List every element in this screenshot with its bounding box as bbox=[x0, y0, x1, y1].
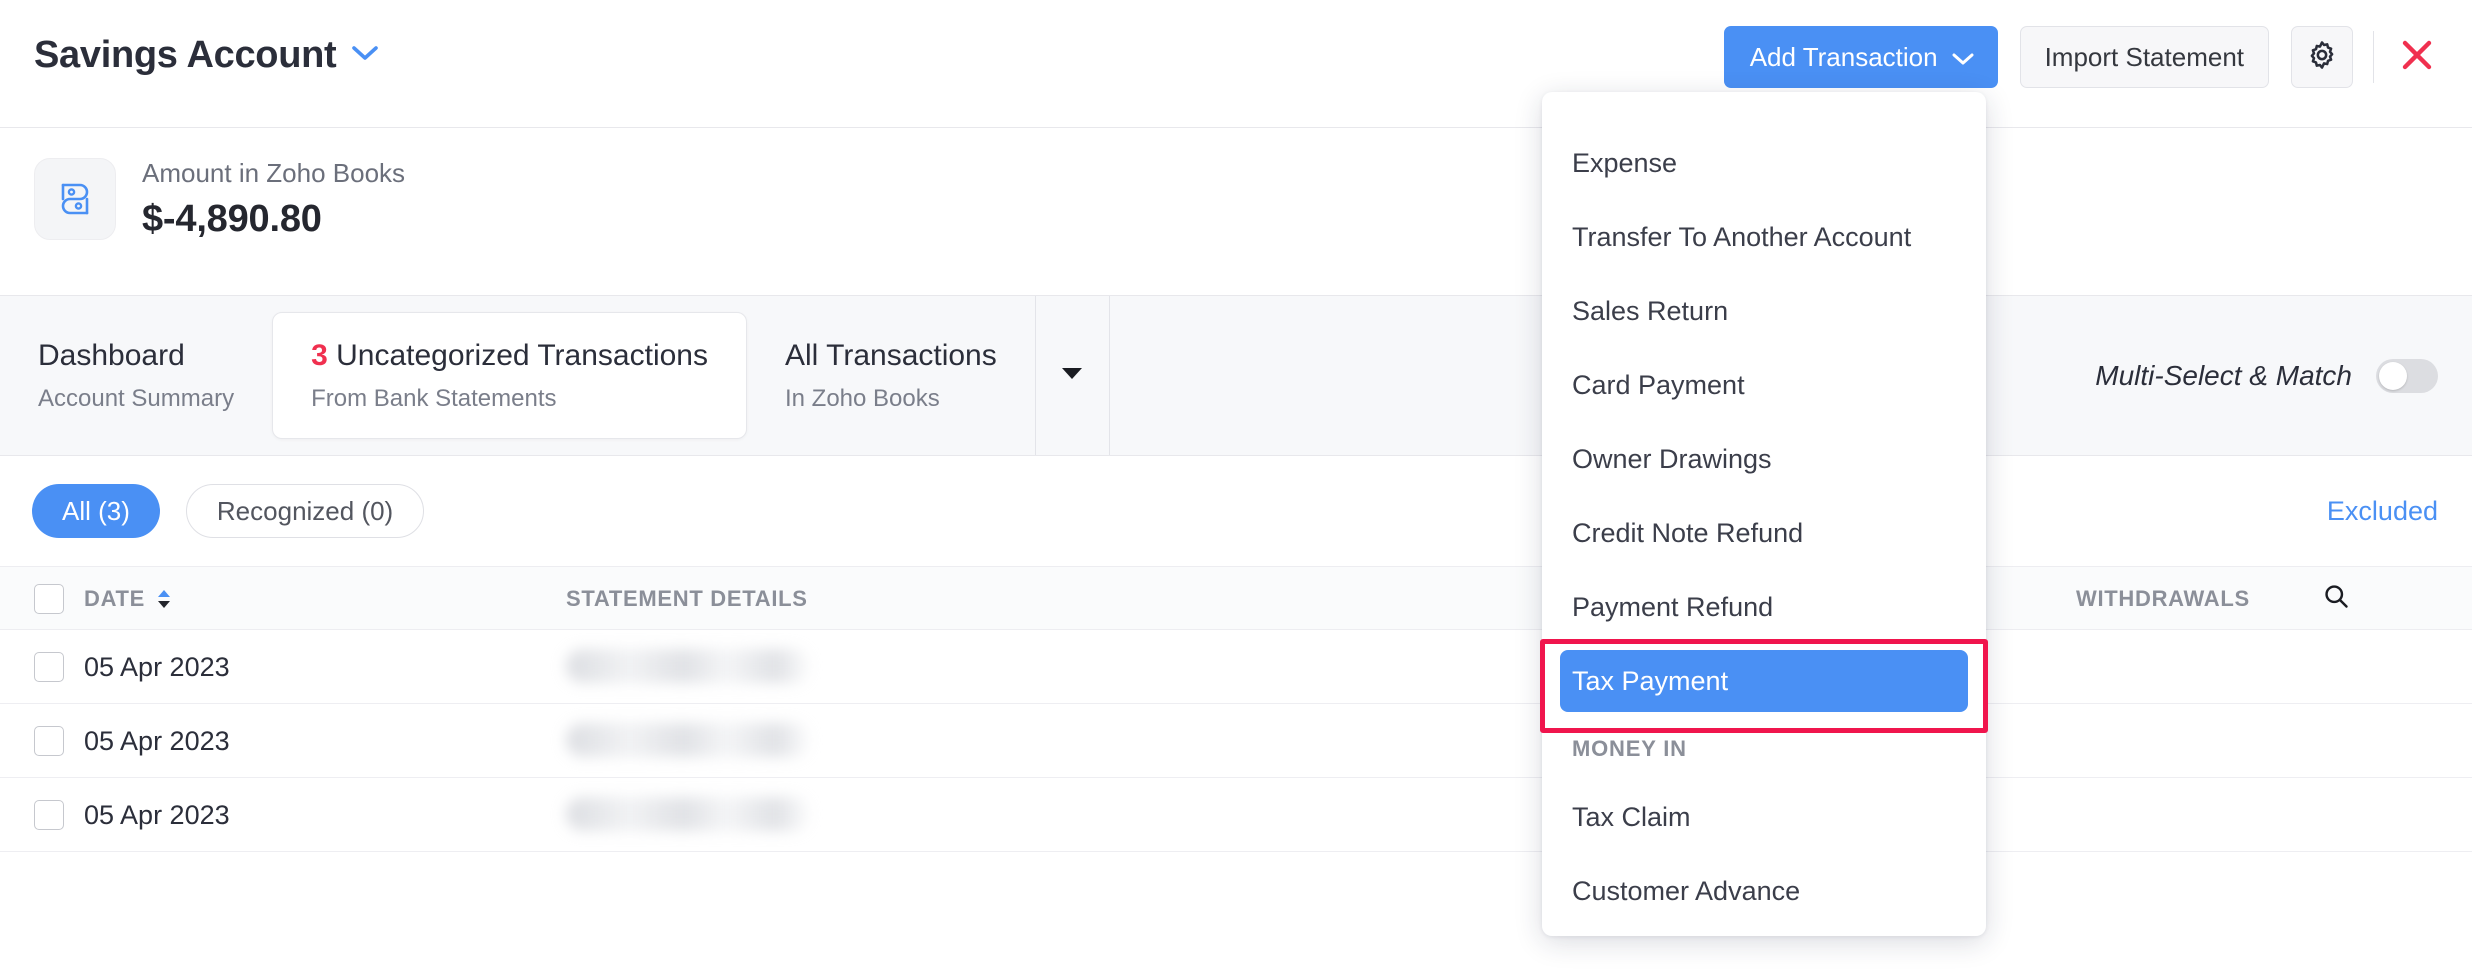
tab-dashboard-label: Dashboard bbox=[38, 339, 185, 373]
column-header-withdrawals: WITHDRAWALS bbox=[2076, 586, 2250, 611]
tab-strip: Dashboard Account Summary 3 Uncategorize… bbox=[0, 296, 2472, 456]
menu-item-card-payment[interactable]: Card Payment bbox=[1542, 348, 1986, 422]
amount-label: Amount in Zoho Books bbox=[142, 158, 406, 188]
row-date: 05 Apr 2023 bbox=[84, 799, 230, 830]
filter-row: All (3) Recognized (0) Excluded bbox=[0, 456, 2472, 566]
row-statement-details-redacted bbox=[566, 797, 810, 831]
gear-icon bbox=[2306, 39, 2338, 76]
uncategorized-count: 3 bbox=[311, 339, 328, 373]
row-date: 05 Apr 2023 bbox=[84, 651, 230, 682]
add-transaction-button[interactable]: Add Transaction bbox=[1723, 26, 1998, 88]
row-checkbox[interactable] bbox=[34, 800, 64, 830]
multi-select-match-toggle[interactable] bbox=[2376, 358, 2438, 393]
tab-all-transactions-caret[interactable] bbox=[1034, 296, 1109, 455]
row-statement-details-redacted bbox=[566, 649, 810, 683]
tab-dashboard-sublabel: Account Summary bbox=[38, 384, 235, 412]
import-statement-label: Import Statement bbox=[2044, 41, 2244, 72]
column-header-date[interactable]: DATE bbox=[84, 567, 171, 631]
close-x-icon bbox=[2397, 35, 2437, 80]
menu-item-customer-advance[interactable]: Customer Advance bbox=[1542, 854, 1986, 928]
row-checkbox[interactable] bbox=[34, 652, 64, 682]
tab-all-transactions-sublabel: In Zoho Books bbox=[784, 384, 940, 412]
excluded-link[interactable]: Excluded bbox=[2327, 496, 2438, 527]
row-date: 05 Apr 2023 bbox=[84, 725, 230, 756]
table-header: DATE STATEMENT DETAILS WITHDRAWALS bbox=[0, 566, 2472, 630]
sort-asc-desc-icon[interactable] bbox=[157, 589, 171, 609]
header-actions: Add Transaction Import Statement bbox=[1723, 26, 2446, 88]
tab-all-transactions[interactable]: All Transactions In Zoho Books bbox=[747, 296, 1035, 455]
tab-dashboard[interactable]: Dashboard Account Summary bbox=[0, 296, 272, 455]
menu-item-tax-payment[interactable]: Tax Payment bbox=[1560, 650, 1968, 712]
bank-reconciliation-page: Savings Account Add Transaction Import S… bbox=[0, 0, 2472, 980]
select-all-checkbox[interactable] bbox=[34, 584, 64, 614]
search-icon bbox=[2322, 582, 2350, 616]
tab-uncategorized-label: 3 Uncategorized Transactions bbox=[311, 337, 708, 375]
page-header: Savings Account Add Transaction Import S… bbox=[0, 0, 2472, 128]
import-statement-button[interactable]: Import Statement bbox=[2019, 26, 2269, 88]
row-statement-details-redacted bbox=[566, 723, 810, 757]
account-amount-bar: Amount in Zoho Books $-4,890.80 bbox=[0, 128, 2472, 296]
table-row[interactable]: 05 Apr 2023 bbox=[0, 704, 2472, 778]
tab-all-transactions-label: All Transactions bbox=[784, 339, 997, 373]
page-title: Savings Account bbox=[34, 34, 337, 76]
menu-item-expense[interactable]: Expense bbox=[1542, 126, 1986, 200]
tab-uncategorized-transactions[interactable]: 3 Uncategorized Transactions From Bank S… bbox=[272, 312, 747, 439]
amount-block: Amount in Zoho Books $-4,890.80 bbox=[142, 156, 405, 241]
filter-pill-all[interactable]: All (3) bbox=[32, 484, 160, 538]
menu-item-tax-claim[interactable]: Tax Claim bbox=[1542, 780, 1986, 854]
table-row[interactable]: 05 Apr 2023 bbox=[0, 630, 2472, 704]
tab-all-transactions-group: All Transactions In Zoho Books bbox=[747, 296, 1110, 455]
header-divider bbox=[2373, 31, 2374, 83]
menu-item-sales-return[interactable]: Sales Return bbox=[1542, 274, 1986, 348]
caret-down-icon bbox=[1061, 366, 1083, 385]
settings-button[interactable] bbox=[2291, 26, 2353, 88]
toggle-knob bbox=[2379, 361, 2407, 390]
multi-select-match-control[interactable]: Multi-Select & Match bbox=[2095, 296, 2438, 455]
table-search-button[interactable] bbox=[2322, 567, 2350, 631]
chevron-down-icon bbox=[1952, 42, 1974, 73]
menu-item-credit-note-refund[interactable]: Credit Note Refund bbox=[1542, 496, 1986, 570]
multi-select-match-label: Multi-Select & Match bbox=[2095, 359, 2352, 391]
add-transaction-menu: Expense Transfer To Another Account Sale… bbox=[1540, 92, 1988, 936]
tab-uncategorized-sublabel: From Bank Statements bbox=[311, 384, 557, 412]
page-title-group[interactable]: Savings Account bbox=[34, 34, 379, 76]
filter-pill-recognized[interactable]: Recognized (0) bbox=[185, 484, 425, 538]
chevron-down-icon[interactable] bbox=[352, 45, 379, 66]
menu-item-owner-drawings[interactable]: Owner Drawings bbox=[1542, 422, 1986, 496]
row-checkbox[interactable] bbox=[34, 726, 64, 756]
menu-item-transfer-to-another-account[interactable]: Transfer To Another Account bbox=[1542, 200, 1986, 274]
zoho-books-logo-icon bbox=[34, 158, 116, 240]
add-transaction-label: Add Transaction bbox=[1749, 41, 1938, 72]
column-header-date-label: DATE bbox=[84, 586, 146, 611]
table-row[interactable]: 05 Apr 2023 bbox=[0, 778, 2472, 852]
close-button[interactable] bbox=[2394, 34, 2440, 80]
select-all-checkbox-cell bbox=[34, 567, 64, 631]
tab-uncategorized-text: Uncategorized Transactions bbox=[336, 339, 708, 373]
menu-group-money-in: MONEY IN bbox=[1572, 736, 1687, 761]
column-header-statement-details: STATEMENT DETAILS bbox=[566, 586, 808, 611]
amount-value: $-4,890.80 bbox=[142, 198, 322, 241]
menu-item-tax-payment-wrapper: Tax Payment bbox=[1540, 639, 1988, 733]
menu-item-payment-refund[interactable]: Payment Refund bbox=[1542, 570, 1986, 644]
